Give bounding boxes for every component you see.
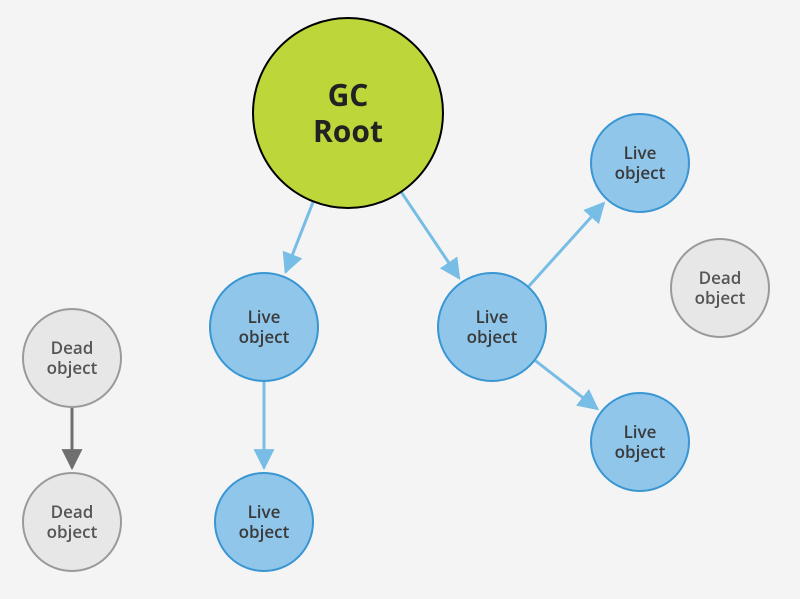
live-object-label-2: object [467, 325, 518, 348]
live-object-node: Live object [214, 472, 314, 572]
live-object-node: Live object [590, 113, 690, 213]
edge-arrow [286, 202, 313, 272]
dead-object-label-2: object [47, 356, 98, 379]
live-object-node: Live object [590, 392, 690, 492]
live-object-label-2: object [239, 325, 290, 348]
gc-root-node: GC Root [252, 17, 444, 209]
dead-object-label-2: object [47, 520, 98, 543]
live-object-node: Live object [209, 272, 319, 382]
live-object-label-2: object [239, 520, 290, 543]
gc-root-label-1: GC [328, 74, 369, 115]
dead-object-node: Dead object [22, 308, 122, 408]
gc-root-label-2: Root [313, 110, 383, 151]
live-object-node: Live object [437, 272, 547, 382]
dead-object-node: Dead object [22, 472, 122, 572]
dead-object-node: Dead object [670, 238, 770, 338]
edge-arrow [529, 203, 604, 286]
live-object-label-2: object [615, 440, 666, 463]
edge-arrow [535, 361, 597, 409]
edge-arrow [402, 193, 460, 279]
live-object-label-2: object [615, 161, 666, 184]
dead-object-label-2: object [695, 286, 746, 309]
